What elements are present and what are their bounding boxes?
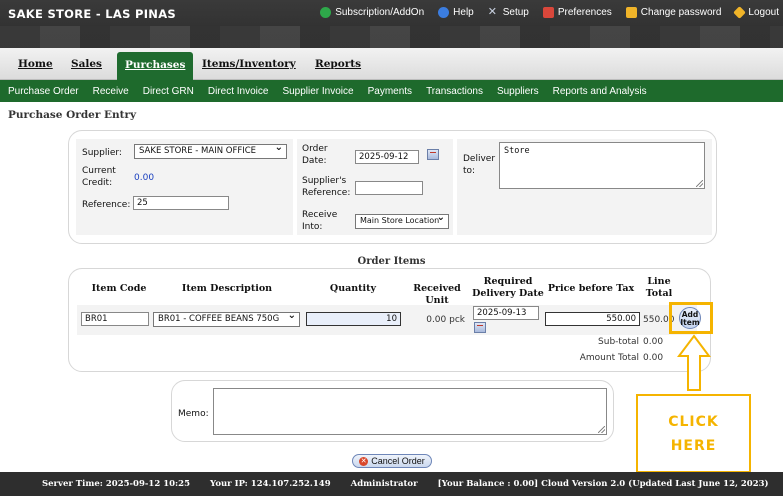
callout-line-1: CLICK <box>668 413 719 430</box>
sub-nav: Purchase Order Receive Direct GRN Direct… <box>0 80 783 102</box>
deliver-to-column: Deliver to: Store <box>457 139 712 235</box>
subtotal-value: 0.00 <box>643 337 664 347</box>
cancel-order-button[interactable]: ✕ Cancel Order <box>352 454 432 468</box>
subnav-direct-invoice[interactable]: Direct Invoice <box>208 86 269 97</box>
subnav-direct-grn[interactable]: Direct GRN <box>143 86 194 97</box>
ip-address: Your IP: 124.107.252.149 <box>210 479 331 489</box>
callout-line-2: HERE <box>670 437 717 454</box>
main-nav: Home Sales Purchases Items/Inventory Rep… <box>0 48 783 80</box>
deliver-to-textarea[interactable]: Store <box>499 142 705 189</box>
memo-label: Memo: <box>178 409 209 419</box>
header-price-before-tax: Price before Tax <box>547 283 635 294</box>
receive-into-select[interactable]: Main Store Location <box>355 214 449 229</box>
item-code-input[interactable]: BR01 <box>81 312 149 326</box>
setup-link[interactable]: ✕ Setup <box>487 6 529 19</box>
supplier-reference-label: Supplier's Reference: <box>302 176 351 198</box>
supplier-reference-input[interactable] <box>355 181 423 195</box>
header-item-code: Item Code <box>91 283 147 294</box>
globe-icon <box>320 7 332 18</box>
page-title: Purchase Order Entry <box>8 109 137 121</box>
help-icon <box>438 7 450 18</box>
header-pattern <box>0 26 783 48</box>
click-here-callout: CLICK HERE <box>636 394 751 473</box>
subnav-reports-analysis[interactable]: Reports and Analysis <box>553 86 647 97</box>
header-line-total: Line Total <box>645 276 673 299</box>
supplier-select[interactable]: SAKE STORE - MAIN OFFICE <box>134 144 287 159</box>
header-item-description: Item Description <box>181 283 273 294</box>
subnav-supplier-invoice[interactable]: Supplier Invoice <box>282 86 353 97</box>
lock-icon <box>625 7 637 18</box>
order-items-title: Order Items <box>357 256 426 267</box>
item-description-select[interactable]: BR01 - COFFEE BEANS 750G <box>153 312 300 327</box>
add-item-button[interactable]: Add Item <box>679 307 701 329</box>
calendar-icon[interactable] <box>474 322 486 333</box>
nav-reports[interactable]: Reports <box>315 58 361 70</box>
key-icon <box>733 6 747 19</box>
footer: Server Time: 2025-09-12 10:25 Your IP: 1… <box>0 472 783 496</box>
supplier-label: Supplier: <box>82 148 122 158</box>
resize-handle[interactable] <box>598 426 605 433</box>
receive-into-label: Receive Into: <box>302 210 338 232</box>
current-credit-value: 0.00 <box>134 173 155 183</box>
help-link[interactable]: Help <box>438 7 474 18</box>
order-items-panel: Item Code Item Description Quantity Rece… <box>68 268 713 372</box>
order-date-column: Order Date: 2025-09-12 Supplier's Refere… <box>297 139 453 235</box>
arrow-up-icon <box>677 334 711 391</box>
cancel-icon: ✕ <box>359 456 369 466</box>
top-links: Subscription/AddOn Help ✕ Setup Preferen… <box>306 6 783 19</box>
current-credit-label: Current Credit: <box>82 166 116 188</box>
order-header-panel: Supplier: SAKE STORE - MAIN OFFICE Curre… <box>68 130 717 244</box>
calendar-icon[interactable] <box>427 149 439 160</box>
subscription-link[interactable]: Subscription/AddOn <box>320 7 424 18</box>
reference-label: Reference: <box>82 200 131 210</box>
wrench-icon: ✕ <box>487 6 497 18</box>
delivery-date-input[interactable]: 2025-09-13 <box>473 306 539 320</box>
header-required-delivery-date: Required Delivery Date <box>472 276 544 299</box>
server-time: Server Time: 2025-09-12 10:25 <box>42 479 190 489</box>
header-quantity: Quantity <box>329 283 377 294</box>
subnav-purchase-order[interactable]: Purchase Order <box>8 86 79 97</box>
logout-link[interactable]: Logout <box>733 6 779 19</box>
header-received-unit: Received Unit <box>413 283 461 306</box>
balance-info: [Your Balance : 0.00] Cloud Version 2.0 … <box>437 479 769 489</box>
store-title: SAKE STORE - LAS PINAS <box>8 7 176 21</box>
change-password-link[interactable]: Change password <box>625 7 721 18</box>
order-date-input[interactable]: 2025-09-12 <box>355 150 419 164</box>
subnav-receive[interactable]: Receive <box>93 86 129 97</box>
order-date-label: Order Date: <box>302 144 328 166</box>
nav-home[interactable]: Home <box>18 58 53 70</box>
nav-items-inventory[interactable]: Items/Inventory <box>202 58 296 70</box>
top-header: SAKE STORE - LAS PINAS Subscription/AddO… <box>0 0 783 48</box>
nav-sales[interactable]: Sales <box>71 58 102 70</box>
price-input[interactable]: 550.00 <box>545 312 640 326</box>
reference-input[interactable]: 25 <box>133 196 229 210</box>
preferences-icon <box>542 7 554 18</box>
quantity-input[interactable]: 10 <box>306 312 401 326</box>
deliver-to-label: Deliver to: <box>463 154 496 176</box>
nav-purchases[interactable]: Purchases <box>117 52 194 80</box>
preferences-link[interactable]: Preferences <box>542 7 612 18</box>
subnav-suppliers[interactable]: Suppliers <box>497 86 539 97</box>
supplier-column: Supplier: SAKE STORE - MAIN OFFICE Curre… <box>76 139 293 235</box>
amount-total-value: 0.00 <box>643 353 664 363</box>
user-name: Administrator <box>350 479 418 489</box>
memo-textarea[interactable] <box>213 388 607 435</box>
resize-handle[interactable] <box>696 180 703 187</box>
subnav-payments[interactable]: Payments <box>368 86 412 97</box>
memo-panel: Memo: <box>171 380 614 442</box>
amount-total-label: Amount Total <box>579 353 639 363</box>
received-unit-value: 0.00 pck <box>426 315 465 325</box>
subtotal-label: Sub-total <box>598 337 639 347</box>
subnav-transactions[interactable]: Transactions <box>426 86 483 97</box>
